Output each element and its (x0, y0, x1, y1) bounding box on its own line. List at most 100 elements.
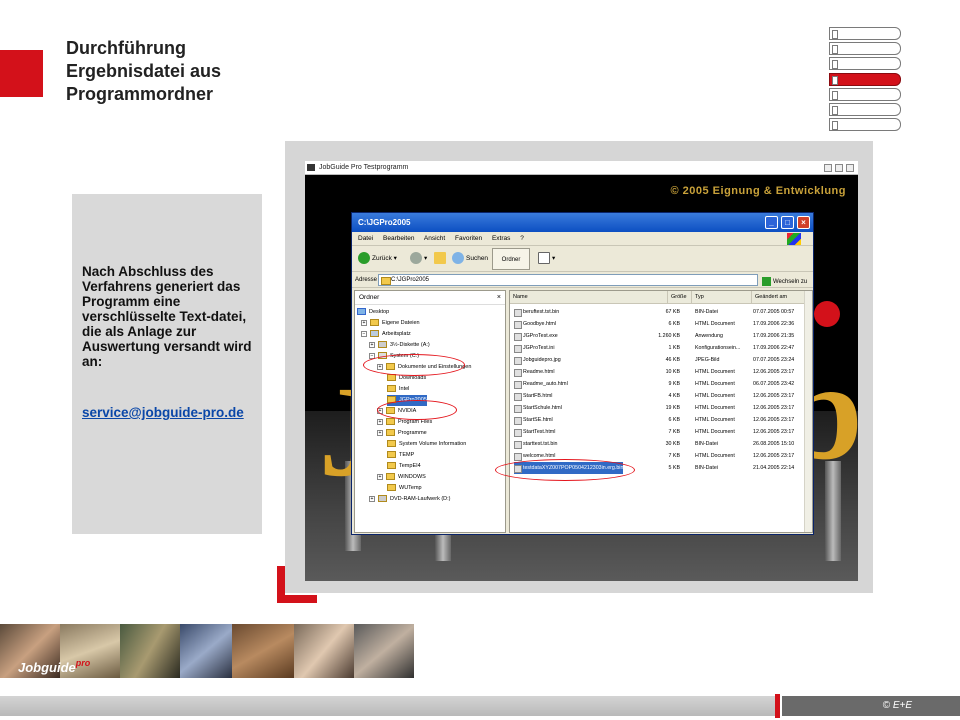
up-folder-button[interactable] (434, 252, 448, 266)
expand-icon[interactable]: + (361, 319, 367, 326)
file-date: 12.06.2005 23:17 (753, 429, 795, 435)
tree-label: Eigene Dateien (382, 320, 420, 326)
tree-item[interactable]: TEMP (387, 450, 414, 461)
minimize-button[interactable]: _ (765, 216, 778, 229)
nav-tab[interactable] (829, 57, 901, 70)
expand-icon[interactable]: + (369, 341, 375, 348)
tree-item[interactable]: + DVD-RAM-Laufwerk (D:) (369, 494, 451, 505)
menu-ansicht[interactable]: Ansicht (424, 235, 445, 242)
info-text: Nach Abschluss des Verfahrens generiert … (82, 264, 252, 369)
expand-icon[interactable]: + (377, 473, 383, 480)
menu-bearbeiten[interactable]: Bearbeiten (383, 235, 414, 242)
file-size: 1 KB (668, 345, 680, 351)
menu-favoriten[interactable]: Favoriten (455, 235, 482, 242)
views-button[interactable]: ▾ (538, 252, 555, 266)
tree-label: DVD-RAM-Laufwerk (D:) (390, 496, 451, 502)
file-row[interactable]: beruftest.tst.bin 67 KB BIN-Datei 07.07.200… (510, 306, 812, 318)
file-row[interactable]: StartSE.html 6 KB HTML Document 12.06.2005 … (510, 414, 812, 426)
photo-strip: Jobguidepro (0, 624, 414, 678)
copyright: © E+E (882, 700, 912, 711)
file-name: Readme.html (514, 366, 555, 378)
nav-tab[interactable] (829, 27, 901, 40)
nav-tab[interactable] (829, 42, 901, 55)
logo-text: Jobguide (18, 660, 76, 675)
file-row[interactable]: StartTest.html 7 KB HTML Document 12.06.200… (510, 426, 812, 438)
slide-nav-tabs (829, 27, 905, 135)
nav-tab-active[interactable] (829, 73, 901, 86)
app-title: JobGuide Pro Testprogramm (319, 164, 409, 171)
close-icon[interactable] (846, 164, 854, 172)
folders-button[interactable]: Ordner (492, 248, 530, 270)
back-button[interactable]: Zurück ▾ (358, 252, 397, 266)
explorer-toolbar: Zurück ▾ ▾ Suchen Ordner ▾ (352, 246, 813, 272)
address-input[interactable]: C:\JGPro2005 (378, 274, 758, 286)
tree-item[interactable]: + Eigene Dateien (361, 318, 420, 329)
nav-tab[interactable] (829, 118, 901, 131)
photo-image (294, 624, 354, 678)
close-button[interactable]: × (797, 216, 810, 229)
tree-item[interactable]: − Arbeitsplatz (361, 329, 411, 340)
tree-item[interactable]: +3½-Diskette (A:) (369, 340, 430, 351)
file-row[interactable]: JGProTest.exe 1.260 KB Anwendung 17.09.2006… (510, 330, 812, 342)
file-date: 12.06.2005 23:17 (753, 453, 795, 459)
menu-datei[interactable]: Datei (358, 235, 373, 242)
nav-tab[interactable] (829, 88, 901, 101)
menu-help[interactable]: ? (520, 235, 524, 242)
tree-item[interactable]: + WINDOWS (377, 472, 426, 483)
menu-extras[interactable]: Extras (492, 235, 510, 242)
tree-item[interactable]: System Volume Information (387, 439, 466, 450)
tree-item[interactable]: + Programme (377, 428, 427, 439)
file-date: 17.09.2006 22:47 (753, 345, 795, 351)
file-row[interactable]: starttest.tst.bin 30 KB BIN-Datei 26.08.200… (510, 438, 812, 450)
file-row[interactable]: Readme.html 10 KB HTML Document 12.06.2005 … (510, 366, 812, 378)
column-size[interactable]: Größe (668, 291, 692, 304)
tree-item[interactable]: Intel (387, 384, 409, 395)
menu-bar: Datei Bearbeiten Ansicht Favoriten Extra… (352, 232, 813, 246)
expand-icon[interactable]: + (369, 495, 375, 502)
file-row[interactable]: Goodbye.html 6 KB HTML Document 17.09.2006 … (510, 318, 812, 330)
email-link[interactable]: service@jobguide-pro.de (82, 406, 257, 420)
explorer-title: C:\JGPro2005 (358, 218, 411, 227)
column-date[interactable]: Geändert am (752, 291, 806, 304)
vertical-scrollbar[interactable] (804, 291, 812, 532)
column-name[interactable]: Name (510, 291, 668, 304)
tree-item[interactable]: Desktop (357, 307, 389, 318)
file-row[interactable]: Readme_auto.html 9 KB HTML Document 06.07.2… (510, 378, 812, 390)
file-date: 06.07.2005 23:42 (753, 381, 795, 387)
file-row[interactable]: StartSchule.html 19 KB HTML Document 12.06.… (510, 402, 812, 414)
title-accent-block (0, 50, 43, 97)
search-button[interactable]: Suchen (452, 252, 488, 266)
expand-icon[interactable]: + (377, 429, 383, 436)
slide-title: Durchführung Ergebnisdatei aus Programmo… (66, 37, 306, 106)
tree-item[interactable]: TempEI4 (387, 461, 421, 472)
file-row[interactable]: Jobguidepro.jpg 46 KB JPEG-Bild 07.07.2005 … (510, 354, 812, 366)
highlight-ellipse (377, 400, 457, 420)
desktop-icon (357, 308, 366, 316)
tree-item[interactable]: WUTemp (387, 483, 422, 494)
decor-ball-icon (814, 301, 840, 327)
tree-label: Programme (398, 430, 427, 436)
go-button[interactable]: Wechseln zu (762, 274, 807, 290)
file-list-pane: Name Größe Typ Geändert am beruftest.tst… (509, 290, 813, 533)
folder-icon (370, 319, 379, 327)
file-size: 4 KB (668, 393, 680, 399)
photo-image (354, 624, 414, 678)
file-row[interactable]: StartFB.html 4 KB HTML Document 12.06.2005 … (510, 390, 812, 402)
collapse-icon[interactable]: − (361, 330, 367, 337)
close-pane-icon[interactable]: × (497, 291, 501, 305)
minimize-icon[interactable] (824, 164, 832, 172)
folder-pane-header: Ordner × (355, 291, 505, 305)
file-date: 17.09.2006 21:35 (753, 333, 795, 339)
forward-button[interactable]: ▾ (410, 252, 427, 266)
maximize-icon[interactable] (835, 164, 843, 172)
search-label: Suchen (466, 255, 489, 262)
file-size: 46 KB (665, 357, 680, 363)
file-type: BIN-Datei (695, 309, 718, 315)
column-type[interactable]: Typ (692, 291, 752, 304)
maximize-button[interactable]: □ (781, 216, 794, 229)
expand-icon[interactable]: + (377, 418, 383, 425)
file-row[interactable]: JGProTest.ini 1 KB Konfigurationsein... 17.… (510, 342, 812, 354)
address-bar: Adresse C:\JGPro2005 Wechseln zu (352, 272, 813, 288)
tree-label: Arbeitsplatz (382, 331, 411, 337)
nav-tab[interactable] (829, 103, 901, 116)
